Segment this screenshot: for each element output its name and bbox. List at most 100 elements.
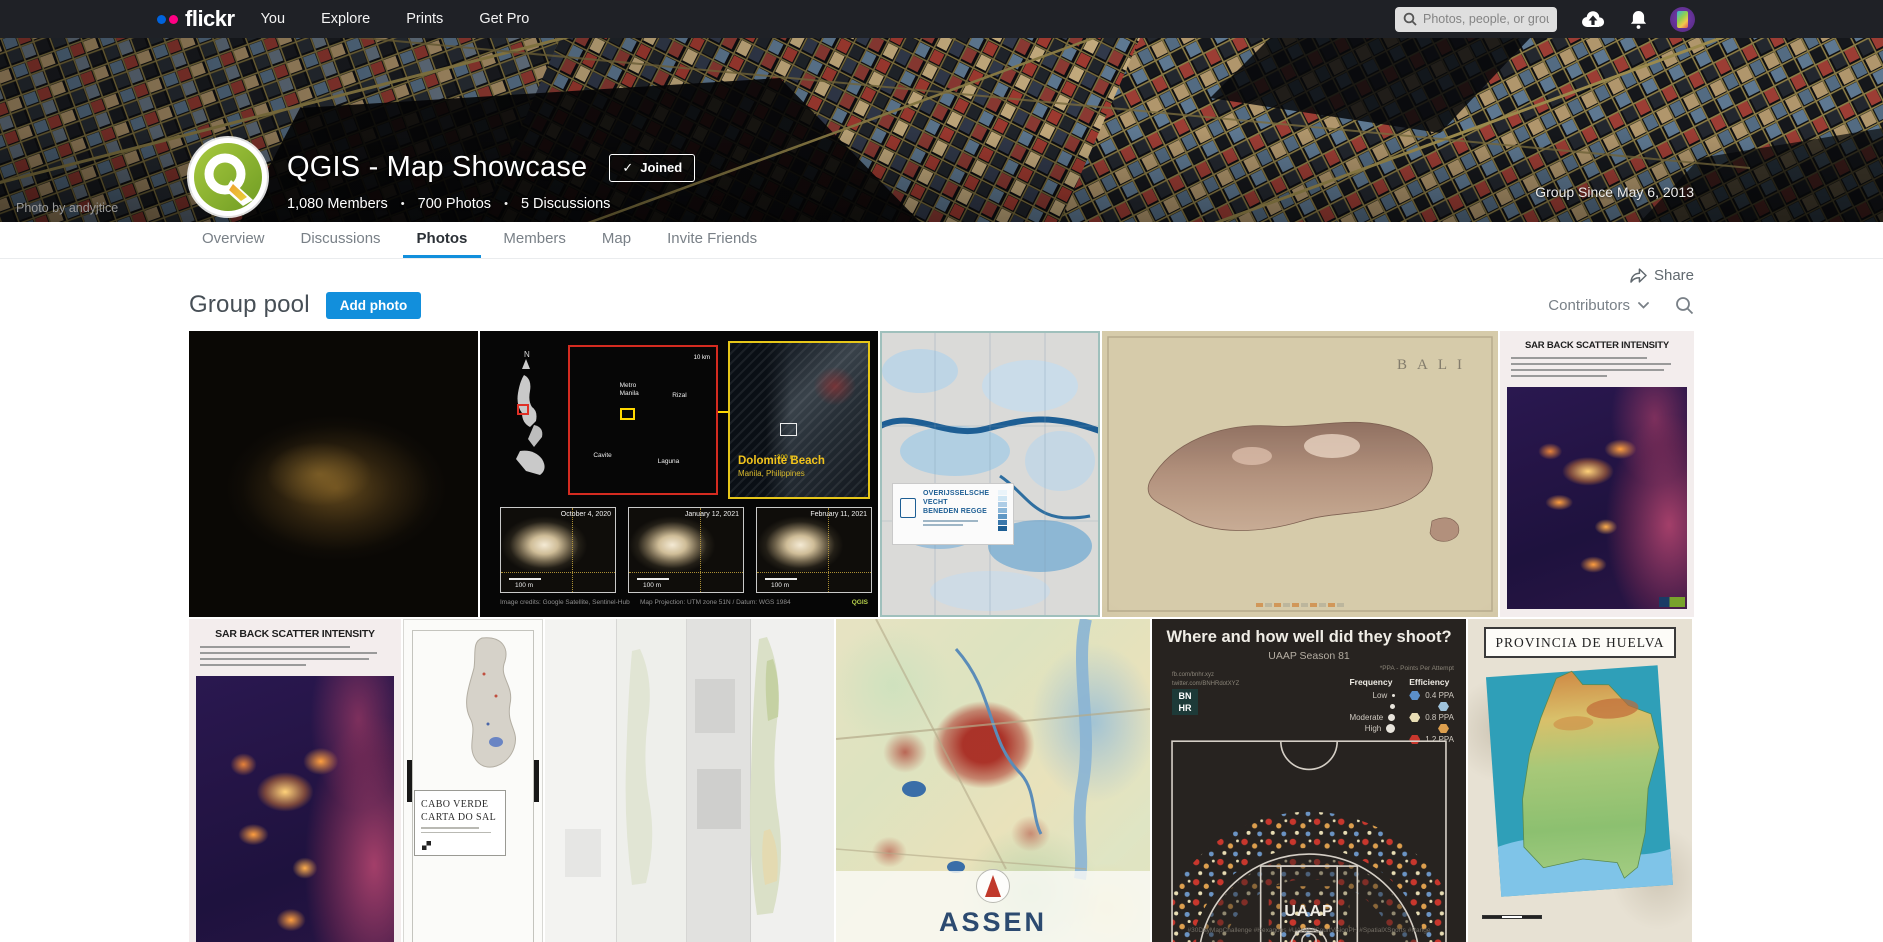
vecht-legend: OVERIJSSELSCHE VECHT BENEDEN REGGE: [892, 483, 1014, 545]
tab-photos[interactable]: Photos: [403, 222, 482, 258]
share-icon: [1630, 268, 1647, 283]
photo-tile-portugal-sheets[interactable]: [545, 619, 834, 942]
photos-content: Share Group pool Add photo Contributors: [189, 263, 1694, 942]
sar-title: SAR BACK SCATTER INTENSITY: [1507, 340, 1687, 351]
contributors-dropdown[interactable]: Contributors: [1548, 297, 1649, 314]
huelva-map-art: [1468, 619, 1692, 942]
nav-you[interactable]: You: [261, 11, 285, 27]
vecht-map-art: [880, 331, 1100, 617]
photo-tile-huelva[interactable]: PROVINCIA DE HUELVA: [1468, 619, 1692, 942]
notifications-icon[interactable]: [1629, 9, 1648, 30]
court-art: [1168, 737, 1450, 942]
members-count[interactable]: 1,080 Members: [287, 196, 388, 212]
photo-tile-sar-backscatter-2[interactable]: SAR BACK SCATTER INTENSITY: [189, 619, 401, 942]
label-metro-manila: Metro Manila: [620, 382, 654, 397]
joined-button[interactable]: ✓ Joined: [609, 154, 695, 182]
shotchart-note: *PPA - Points Per Attempt: [1380, 665, 1454, 672]
group-avatar[interactable]: [189, 138, 267, 216]
sar-footer-logos: [1659, 597, 1685, 607]
photo-tile-dark-relief[interactable]: [189, 331, 478, 617]
photo-tile-uaap-shot-chart[interactable]: Where and how well did they shoot? UAAP …: [1152, 619, 1466, 942]
huelva-scale-bar: [1482, 915, 1542, 919]
nav-prints[interactable]: Prints: [406, 11, 443, 27]
inset-connector-line: [718, 411, 748, 413]
tab-overview[interactable]: Overview: [188, 222, 279, 258]
dolomite-detail-panel: 300 m Dolomite Beach Manila, Philippines: [728, 341, 870, 499]
photo-tile-dolomite-beach[interactable]: N 10 km Metro Manila Rizal Cavite Laguna: [480, 331, 878, 617]
photo-tile-bali-antique-map[interactable]: BALI: [1102, 331, 1498, 617]
crop-date-2: January 12, 2021: [685, 511, 739, 518]
photo-tile-assen[interactable]: ASSEN SCHAAL 1 : 20.000 234.000 557.000: [836, 619, 1150, 942]
pool-search-icon[interactable]: [1675, 296, 1694, 315]
search-input[interactable]: [1423, 12, 1549, 26]
avatar-art: [1677, 11, 1688, 28]
philippines-outline: N: [498, 347, 560, 487]
legend-efficiency: Efficiency 0.4 PPA 0.8 PPA 1.2 PPA: [1409, 677, 1454, 745]
search-icon: [1403, 12, 1417, 26]
tab-map[interactable]: Map: [588, 222, 645, 258]
sal-map-frame: [412, 630, 534, 942]
shotchart-social: fb.com/bnhr.xyz twitter.com/BNHRdotXYZ: [1172, 671, 1239, 689]
cover-photo-credit[interactable]: Photo by andyjtice: [16, 201, 118, 215]
flickr-logo-dot-pink: [169, 15, 178, 24]
bali-title: BALI: [1397, 357, 1472, 374]
upload-icon[interactable]: [1579, 9, 1607, 29]
compass-icon: [976, 869, 1010, 903]
nav-get-pro[interactable]: Get Pro: [479, 11, 529, 27]
group-pool-heading: Group pool: [189, 291, 310, 319]
timeseries-crop-3: February 11, 2021 100 m: [756, 507, 872, 593]
huelva-title-box: PROVINCIA DE HUELVA: [1484, 627, 1676, 658]
vecht-legend-ramp: [998, 490, 1007, 532]
scale-100m: 100 m: [515, 582, 533, 589]
discussions-count[interactable]: 5 Discussions: [521, 196, 610, 212]
photo-tile-vecht-flood-map[interactable]: OVERIJSSELSCHE VECHT BENEDEN REGGE: [880, 331, 1100, 617]
map-sheet-2: [617, 619, 687, 942]
tab-discussions[interactable]: Discussions: [287, 222, 395, 258]
user-avatar[interactable]: [1670, 7, 1695, 32]
tab-invite-friends[interactable]: Invite Friends: [653, 222, 771, 258]
photo-row-1: N 10 km Metro Manila Rizal Cavite Laguna: [189, 331, 1694, 617]
credit-qgis: QGIS: [852, 599, 868, 606]
group-tabbar: Overview Discussions Photos Members Map …: [0, 222, 1883, 259]
photos-count[interactable]: 700 Photos: [418, 196, 491, 212]
photo-tile-cabo-verde-sal[interactable]: CABO VERDE CARTA DO SAL: [403, 619, 543, 942]
flickr-logo[interactable]: flickr: [157, 8, 235, 30]
share-button[interactable]: Share: [1630, 267, 1694, 284]
shotchart-subtitle: UAAP Season 81: [1152, 650, 1466, 662]
add-photo-button[interactable]: Add photo: [326, 292, 421, 319]
group-title: QGIS - Map Showcase: [287, 151, 587, 184]
timeseries-crop-2: January 12, 2021 100 m: [628, 507, 744, 593]
social-twitter: twitter.com/BNHRdotXYZ: [1172, 680, 1239, 689]
global-search[interactable]: [1395, 7, 1557, 32]
crop-date-1: October 4, 2020: [561, 511, 611, 518]
scale-100m: 100 m: [643, 582, 661, 589]
stats-separator: •: [401, 198, 405, 210]
bnhr-logo: BNHR: [1172, 689, 1198, 715]
sar-meta-lines: [200, 646, 392, 670]
assen-title: ASSEN: [836, 907, 1150, 938]
dolomite-title: Dolomite Beach: [738, 455, 825, 467]
dolomite-subtitle: Manila, Philippines: [738, 469, 805, 478]
map-sheet-3: [687, 619, 751, 942]
inset-yellow-box: [620, 408, 635, 420]
nav-explore[interactable]: Explore: [321, 11, 370, 27]
shotchart-hashtags: #30DayMapChallenge #Hexagons #UAAP #Cour…: [1152, 927, 1466, 934]
sal-edge-tick: [407, 760, 412, 802]
navbar-right: [1395, 0, 1695, 38]
flickr-group-page: flickr You Explore Prints Get Pro: [0, 0, 1883, 942]
tab-members[interactable]: Members: [489, 222, 580, 258]
credit-left: Image credits: Google Satellite, Sentine…: [500, 599, 630, 606]
chevron-down-icon: [1638, 302, 1649, 309]
bali-legend-strip: [1256, 603, 1344, 607]
photo-tile-sar-backscatter-1[interactable]: SAR BACK SCATTER INTENSITY: [1500, 331, 1694, 617]
photo-grid: N 10 km Metro Manila Rizal Cavite Laguna: [189, 331, 1694, 942]
sar-meta-lines: [1511, 357, 1685, 381]
stats-separator: •: [504, 198, 508, 210]
flickr-logo-text: flickr: [185, 8, 235, 30]
shotchart-legend: Frequency Low Moderate High Efficiency 0…: [1349, 677, 1454, 745]
label-rizal: Rizal: [672, 392, 686, 399]
shotchart-title: Where and how well did they shoot?: [1152, 628, 1466, 647]
pool-tools: Contributors: [1548, 296, 1694, 315]
group-stats: 1,080 Members • 700 Photos • 5 Discussio…: [287, 196, 695, 212]
huelva-title: PROVINCIA DE HUELVA: [1495, 635, 1664, 651]
